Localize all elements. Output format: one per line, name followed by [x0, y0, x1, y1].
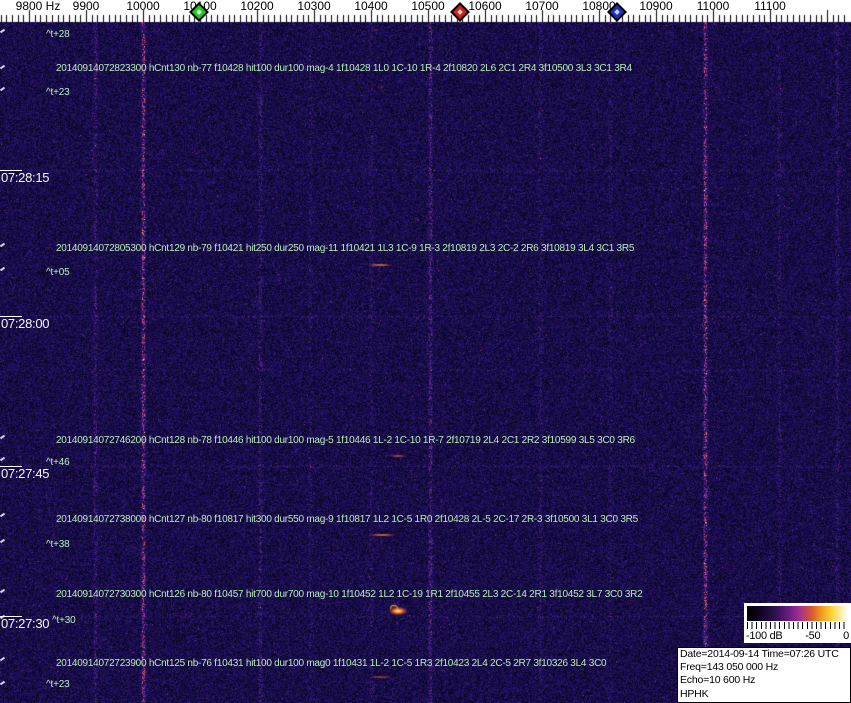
time-label: 07:27:30 — [1, 616, 50, 631]
detection-log-line: 20140914072805300 hCnt129 nb-79 f10421 h… — [56, 243, 635, 254]
time-offset-caret: ^t+23 — [46, 87, 70, 98]
freq-label: 9900 — [72, 0, 100, 13]
time-label: 07:28:15 — [1, 170, 50, 185]
info-station-code: HPHK — [680, 687, 709, 700]
freq-label: 11000 — [696, 0, 730, 13]
legend-db-min-label: -100 dB — [746, 629, 783, 642]
detection-log-line: 20140914072738000 hCnt127 nb-80 f10817 h… — [56, 514, 638, 525]
time-offset-caret: ^t+23 — [46, 679, 70, 690]
time-offset-caret: ^t+38 — [46, 539, 70, 550]
marker-core — [614, 9, 620, 15]
info-echo: Echo=10 600 Hz — [680, 674, 756, 687]
time-offset-caret: ^t+28 — [46, 29, 70, 40]
freq-label: 10900 — [639, 0, 673, 13]
freq-label: 10400 — [354, 0, 388, 13]
spectrogram-app-window: 9800 Hz 9900 10000 10100 10200 10300 104… — [0, 0, 851, 703]
legend-db-max-label: 0 — [843, 629, 849, 642]
freq-label: 10600 — [468, 0, 502, 13]
freq-label: 10000 — [126, 0, 160, 13]
detection-log-line: 20140914072746200 hCnt128 nb-78 f10446 h… — [56, 435, 635, 446]
detection-log-line: 20140914072730300 hCnt126 nb-80 f10457 h… — [56, 589, 643, 600]
observation-info-box: Date=2014-09-14 Time=07:26 UTC Freq=143 … — [677, 647, 851, 703]
color-gradient-bar — [747, 606, 848, 621]
detection-log-line: 20140914072723900 hCnt125 nb-76 f10431 h… — [56, 658, 607, 669]
db-color-scale-legend: -100 dB -50 0 — [744, 603, 851, 643]
time-offset-caret: ^t+46 — [46, 457, 70, 468]
marker-core — [457, 9, 463, 15]
freq-label: 10200 — [240, 0, 274, 13]
time-label: 07:27:45 — [1, 466, 50, 481]
time-offset-caret: ^t+30 — [52, 615, 76, 626]
info-frequency: Freq=143 050 000 Hz — [680, 661, 779, 674]
legend-tick-ruler — [747, 622, 848, 629]
time-label: 07:28:00 — [1, 316, 50, 331]
time-offset-caret: ^t+05 — [46, 267, 70, 278]
freq-label: 11100 — [754, 0, 786, 13]
detection-log-line: 20140914072823300 hCnt130 nb-77 f10428 h… — [56, 63, 632, 74]
marker-core — [196, 9, 202, 15]
freq-label: 10700 — [525, 0, 559, 13]
freq-label: 9800 Hz — [15, 0, 61, 13]
freq-label: 10300 — [297, 0, 331, 13]
freq-label: 10500 — [411, 0, 445, 13]
legend-db-mid-label: -50 — [805, 629, 821, 642]
info-date-time: Date=2014-09-14 Time=07:26 UTC — [680, 648, 839, 660]
